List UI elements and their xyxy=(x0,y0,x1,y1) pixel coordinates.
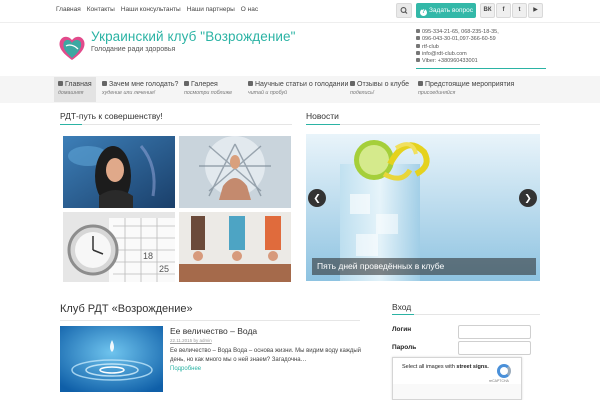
recaptcha-text: Select all images with xyxy=(402,364,455,370)
exclamation-icon xyxy=(102,81,107,86)
gallery-tile-yoga[interactable] xyxy=(179,212,291,282)
club-divider xyxy=(60,320,360,321)
phone-icon xyxy=(416,36,420,41)
svg-text:18: 18 xyxy=(143,251,153,261)
menu-item-sub: поделись! xyxy=(350,90,375,96)
heart-logo-icon[interactable] xyxy=(56,32,88,64)
top-nav-consultants[interactable]: Наши консультанты xyxy=(121,6,181,13)
youtube-icon[interactable]: ▶ xyxy=(528,3,543,18)
post-meta[interactable]: 22.11.2015 by admin xyxy=(170,338,212,343)
recaptcha-logo-icon xyxy=(497,364,511,378)
menu-item-label: Научные статьи о голодании xyxy=(255,81,349,88)
contacts-underline xyxy=(416,68,546,69)
slider-caption[interactable]: Пять дней проведённых в клубе xyxy=(312,258,536,275)
menu-item-sub: посмотри поближе xyxy=(184,90,233,96)
site-title[interactable]: Украинский клуб "Возрождение" xyxy=(91,29,296,44)
contact-email[interactable]: info@rdt-club.com xyxy=(422,51,467,57)
home-icon xyxy=(58,81,63,86)
login-label: Логин xyxy=(392,326,412,333)
twitter-icon[interactable]: t xyxy=(512,3,527,18)
menu-item-sub: худение или лечение! xyxy=(102,90,156,96)
top-nav-home[interactable]: Главная xyxy=(56,6,81,13)
menu-item-label: Отзывы о клубе xyxy=(357,81,410,88)
search-icon xyxy=(400,7,408,14)
envelope-icon xyxy=(416,50,420,55)
top-nav-contacts[interactable]: Контакты xyxy=(87,6,115,13)
recaptcha-bold: street signs. xyxy=(456,364,489,370)
login-divider xyxy=(392,314,540,315)
post-thumbnail[interactable] xyxy=(60,326,163,392)
comment-icon xyxy=(350,81,355,86)
viber-icon xyxy=(416,58,420,63)
menu-item-sub: читай и пробуй xyxy=(248,90,288,96)
site-subtitle: Голодание ради здоровья xyxy=(91,46,176,53)
ask-question-label: Задать вопрос xyxy=(429,7,473,14)
contact-block: 095-334-21-65, 068-235-18-35, 096-043-30… xyxy=(416,29,546,65)
contact-phones-1: 095-334-21-65, 068-235-18-35, xyxy=(422,29,499,35)
slider-prev-button[interactable]: ❮ xyxy=(308,189,326,207)
menu-item-home[interactable]: Главная домашняя xyxy=(54,77,96,102)
top-nav-about[interactable]: О нас xyxy=(241,6,258,13)
ask-question-button[interactable]: ? Задать вопрос xyxy=(416,3,476,18)
yoga-image xyxy=(179,212,291,282)
menu-item-gallery[interactable]: Галерея посмотри поближе xyxy=(180,77,242,102)
vk-icon[interactable]: ВК xyxy=(480,3,495,18)
question-icon: ? xyxy=(420,9,427,16)
menu-item-sub: домашняя xyxy=(58,90,84,96)
menu-item-reviews[interactable]: Отзывы о клубе поделись! xyxy=(346,77,412,102)
menu-item-label: Зачем мне голодать? xyxy=(109,81,179,88)
section-title-path: РДТ-путь к совершенству! xyxy=(60,111,163,121)
menu-item-why-fast[interactable]: Зачем мне голодать? худение или лечение! xyxy=(98,77,178,102)
post-excerpt: Ее величество – Вода Вода – основа жизни… xyxy=(170,348,362,363)
portrait-image xyxy=(63,136,175,208)
slider-next-button[interactable]: ❯ xyxy=(519,189,537,207)
contact-skype: rtf-club xyxy=(422,43,439,50)
menu-item-sub: присоединяйся xyxy=(418,90,456,96)
menu-item-label: Главная xyxy=(65,81,92,88)
phone-icon xyxy=(416,29,420,33)
menu-item-events[interactable]: Предстоящие мероприятия присоединяйся xyxy=(414,77,518,102)
recaptcha-brand: reCAPTCHA xyxy=(489,379,509,383)
menu-item-articles[interactable]: Научные статьи о голодании читай и пробу… xyxy=(244,77,348,102)
gallery-tile-meditation[interactable] xyxy=(179,136,291,208)
menu-item-label: Галерея xyxy=(191,81,218,88)
calendar-watch-image: 18 25 xyxy=(63,212,175,282)
top-divider xyxy=(0,22,600,23)
password-input[interactable] xyxy=(458,341,531,355)
top-nav-partners[interactable]: Наши партнеры xyxy=(187,6,235,13)
password-label: Пароль xyxy=(392,344,417,351)
contact-phones-2: 096-043-30-01,097-366-60-59 xyxy=(422,36,496,43)
gallery-tile-calendar[interactable]: 18 25 xyxy=(63,212,175,282)
club-title: Клуб РДТ «Возрождение» xyxy=(60,303,193,315)
top-nav: Главная Контакты Наши консультанты Наши … xyxy=(0,0,600,22)
contact-viber: Viber: +380960433001 xyxy=(422,58,478,65)
recaptcha-widget[interactable]: Select all images with street signs. reC… xyxy=(392,357,522,400)
meditation-image xyxy=(179,136,291,208)
top-nav-links: Главная Контакты Наши консультанты Наши … xyxy=(56,6,258,13)
menu-item-label: Предстоящие мероприятия xyxy=(425,81,515,88)
facebook-icon[interactable]: f xyxy=(496,3,511,18)
water-drop-image xyxy=(60,326,163,392)
read-more-link[interactable]: Подробнее xyxy=(170,366,201,372)
svg-text:25: 25 xyxy=(159,264,169,274)
camera-icon xyxy=(184,81,189,86)
info-icon xyxy=(418,81,423,86)
login-input[interactable] xyxy=(458,325,531,339)
section-divider xyxy=(60,124,292,125)
section-divider xyxy=(306,124,540,125)
post-title[interactable]: Ее величество – Вода xyxy=(170,326,257,336)
skype-icon xyxy=(416,43,420,48)
book-icon xyxy=(248,81,253,86)
search-button[interactable] xyxy=(396,3,412,18)
login-title: Вход xyxy=(392,302,412,312)
gallery-tile-portrait[interactable] xyxy=(63,136,175,208)
section-title-news: Новости xyxy=(306,111,339,121)
